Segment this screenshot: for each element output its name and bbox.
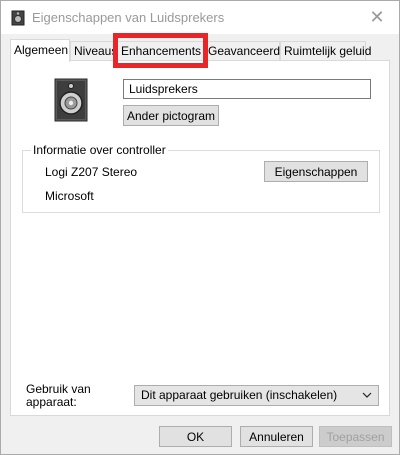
device-name-input[interactable] (123, 79, 371, 99)
apply-button[interactable]: Toepassen (319, 426, 392, 447)
window-title: Eigenschappen van Luidsprekers (32, 10, 225, 25)
device-usage-label-line2: apparaat: (26, 395, 77, 409)
device-usage-select[interactable]: Dit apparaat gebruiken (inschakelen) (134, 385, 379, 406)
tab-algemeen[interactable]: Algemeen (10, 39, 70, 62)
close-button[interactable]: ✕ (355, 1, 399, 34)
controller-properties-button[interactable]: Eigenschappen (264, 161, 368, 182)
controller-info-group: Informatie over controller Logi Z207 Ste… (22, 143, 380, 213)
properties-window: Eigenschappen van Luidsprekers ✕ Algemee… (0, 0, 400, 455)
tab-ruimtelijk-geluid[interactable]: Ruimtelijk geluid (280, 41, 371, 61)
controller-vendor: Microsoft (45, 189, 94, 203)
general-tab-panel: Ander pictogram Informatie over controll… (10, 60, 390, 416)
controller-group-label: Informatie over controller (31, 143, 168, 157)
cancel-button[interactable]: Annuleren (240, 426, 313, 447)
change-icon-button[interactable]: Ander pictogram (123, 105, 219, 126)
device-usage-selected: Dit apparaat gebruiken (inschakelen) (141, 388, 338, 402)
device-usage-label: Gebruik van apparaat: (26, 383, 91, 409)
tab-strip: Algemeen Niveaus Enhancements Geavanceer… (10, 39, 390, 62)
tab-niveaus[interactable]: Niveaus (70, 41, 117, 61)
tab-enhancements[interactable]: Enhancements (117, 41, 204, 61)
close-icon: ✕ (369, 7, 385, 27)
speaker-icon (54, 78, 88, 122)
controller-name: Logi Z207 Stereo (45, 165, 138, 179)
ok-button[interactable]: OK (159, 426, 232, 447)
title-bar: Eigenschappen van Luidsprekers ✕ (1, 1, 399, 34)
speaker-icon (11, 10, 25, 26)
tab-geavanceerd[interactable]: Geavanceerd (204, 41, 280, 61)
chevron-down-icon (362, 392, 372, 398)
